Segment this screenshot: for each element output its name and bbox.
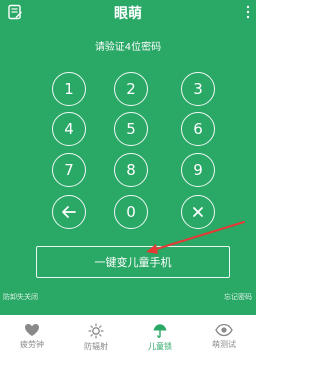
tab-label: 疲劳钟 <box>20 340 44 349</box>
key-4[interactable]: 4 <box>52 112 86 146</box>
tab-child-lock[interactable]: 儿童锁 <box>128 323 192 367</box>
heart-icon <box>25 324 39 336</box>
backspace-key[interactable] <box>52 195 86 229</box>
clear-key[interactable] <box>181 195 215 229</box>
exit-link[interactable]: 防卸失关闭 <box>3 292 38 302</box>
child-phone-button[interactable]: 一键变儿童手机 <box>36 246 230 278</box>
more-vertical-icon[interactable] <box>245 5 251 19</box>
sun-icon <box>88 323 104 339</box>
key-2[interactable]: 2 <box>114 72 148 106</box>
key-6[interactable]: 6 <box>181 112 215 146</box>
key-7[interactable]: 7 <box>52 153 86 187</box>
tab-label: 萌测试 <box>212 340 236 349</box>
key-1[interactable]: 1 <box>52 72 86 106</box>
top-bar: 眼萌 <box>0 0 256 26</box>
key-0[interactable]: 0 <box>114 195 148 229</box>
left-arrow-icon <box>62 206 76 218</box>
tab-label: 儿童锁 <box>148 342 172 351</box>
key-8[interactable]: 8 <box>114 153 148 187</box>
tab-fatigue-clock[interactable]: 疲劳钟 <box>0 323 64 367</box>
app-title: 眼萌 <box>114 6 142 22</box>
screen: 眼萌 请验证4位密码 1 2 3 4 5 6 7 8 9 0 一键变儿童手机 防… <box>0 0 256 367</box>
bottom-tab-bar: 疲劳钟 防辐射 儿童锁 萌测试 <box>0 323 256 367</box>
lock-panel: 眼萌 请验证4位密码 1 2 3 4 5 6 7 8 9 0 一键变儿童手机 防… <box>0 0 256 315</box>
forgot-password-link[interactable]: 忘记密码 <box>224 292 252 302</box>
key-5[interactable]: 5 <box>114 112 148 146</box>
umbrella-icon <box>153 324 167 338</box>
key-3[interactable]: 3 <box>181 72 215 106</box>
close-icon <box>193 207 203 217</box>
key-9[interactable]: 9 <box>181 153 215 187</box>
tab-cute-test[interactable]: 萌测试 <box>192 323 256 367</box>
tab-radiation[interactable]: 防辐射 <box>64 323 128 367</box>
eye-icon <box>215 323 233 337</box>
password-prompt: 请验证4位密码 <box>94 42 162 53</box>
tab-label: 防辐射 <box>84 342 108 351</box>
